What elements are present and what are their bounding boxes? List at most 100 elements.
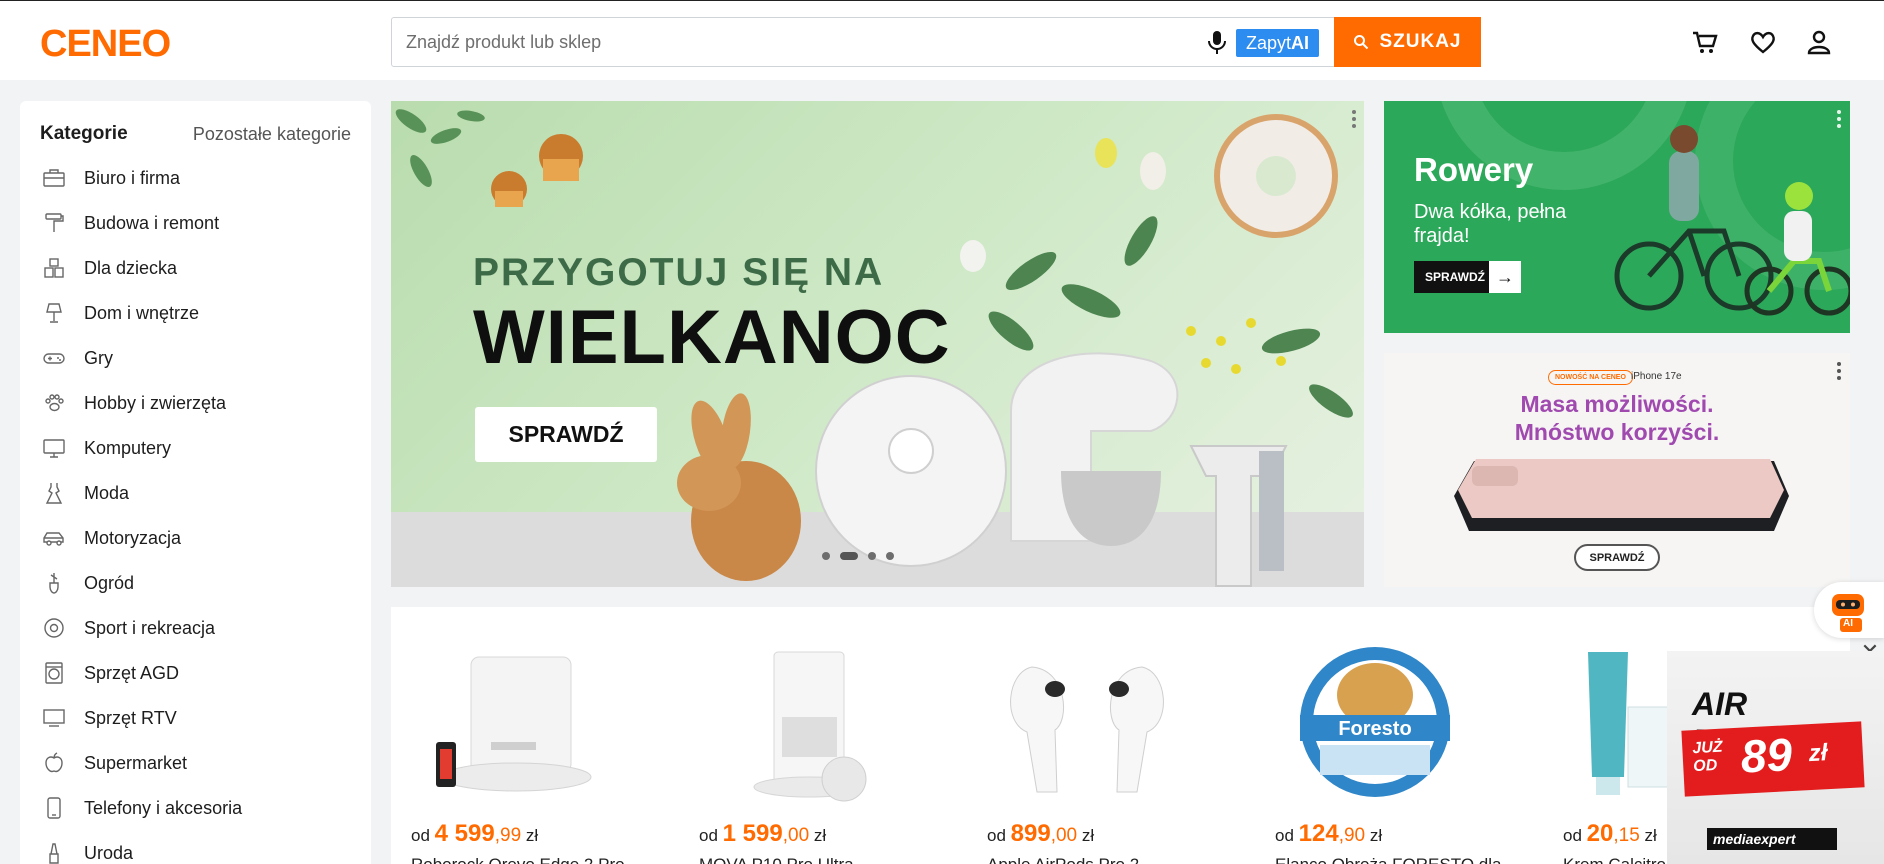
price-currency: zł (525, 826, 539, 845)
robot-vacuum-station-image (436, 656, 592, 792)
search-input[interactable] (406, 28, 1186, 56)
iphone-illustration (1454, 459, 1789, 531)
category-label: Komputery (84, 437, 172, 458)
category-item-moda[interactable]: Moda (42, 478, 129, 508)
category-label: Sport i rekreacja (84, 617, 216, 638)
ad-more-icon[interactable] (1836, 362, 1842, 380)
carousel-dot[interactable] (886, 552, 894, 560)
toy-blocks-icon (44, 258, 64, 278)
category-label: Sprzęt AGD (84, 662, 180, 683)
cart-icon[interactable] (1690, 27, 1720, 57)
monitor-icon (43, 439, 65, 458)
new-on-ceneo-badge: NOWOŚĆ NA CENEO (1548, 370, 1633, 385)
carousel-dot[interactable] (868, 552, 876, 560)
zapyt-label: Zapyt (1246, 33, 1292, 53)
category-item-hobby[interactable]: Hobby i zwierzęta (42, 388, 226, 418)
category-label: Ogród (84, 572, 135, 593)
product-price: od 1 599,00 zł (699, 820, 826, 848)
product-price: od 20,15 zł (1563, 820, 1657, 848)
carousel-dot[interactable] (822, 552, 830, 560)
product-name[interactable]: Elanco Obroża FORESTO dla (1275, 855, 1501, 864)
category-item-supermarket[interactable]: Supermarket (42, 748, 187, 778)
heart-icon[interactable] (1748, 27, 1778, 57)
air-fryer-ad[interactable]: AIR FRYERY JUŻ OD 89 zł mediaexpert (1667, 651, 1884, 864)
user-account-icon[interactable] (1804, 27, 1834, 57)
search-icon (1354, 35, 1369, 50)
product-name[interactable]: Roborock Qrevo Edge 2 Pro (411, 855, 625, 864)
category-label: Dom i wnętrze (84, 302, 200, 323)
other-categories-link[interactable]: Pozostałe kategorie (193, 124, 351, 145)
beauty-icon (49, 843, 59, 864)
banner-check-button[interactable]: SPRAWDŹ (475, 407, 657, 462)
zapyt-ai-label: AI (1291, 33, 1310, 53)
car-icon (43, 532, 64, 546)
category-item-motoryzacja[interactable]: Motoryzacja (42, 523, 181, 553)
category-label: Supermarket (84, 752, 188, 773)
category-label: Dla dziecka (84, 257, 178, 278)
category-label: Motoryzacja (84, 527, 182, 548)
garden-tool-icon (49, 573, 59, 594)
washing-machine-icon (45, 662, 63, 684)
zapyt-ai-button[interactable]: ZapytAI (1236, 29, 1320, 57)
categories-title: Kategorie (40, 123, 128, 144)
iphone-ad-button[interactable]: SPRAWDŹ (1574, 544, 1660, 571)
paint-roller-icon (45, 213, 64, 232)
search-button[interactable]: SZUKAJ (1334, 17, 1481, 67)
category-item-uroda[interactable]: Uroda (42, 838, 133, 864)
category-item-komputery[interactable]: Komputery (42, 433, 171, 463)
price-tag-prefix: JUŻ OD (1691, 738, 1723, 776)
category-item-ogrod[interactable]: Ogród (42, 568, 134, 598)
carousel-dot-active[interactable] (840, 552, 858, 560)
price-main: 124 (1298, 820, 1339, 847)
category-label: Telefony i akcesoria (84, 797, 243, 818)
bikes-ad-title: Rowery (1414, 151, 1534, 188)
airpods-image (1010, 666, 1164, 793)
carousel-dots (822, 552, 894, 560)
iphone-model-label: iPhone 17e (1631, 371, 1682, 382)
paw-icon (45, 394, 64, 412)
lamp-icon (46, 303, 62, 323)
category-item-agd[interactable]: Sprzęt AGD (42, 658, 179, 688)
price-prefix: od (411, 826, 430, 845)
ball-icon (44, 618, 64, 638)
banner-more-icon[interactable] (1351, 110, 1357, 128)
bikes-ad-button[interactable]: SPRAWDŹ → (1414, 261, 1521, 293)
category-item-dom[interactable]: Dom i wnętrze (42, 298, 199, 328)
tv-icon (43, 709, 65, 727)
product-name[interactable]: Apple AirPods Pro 2 (987, 855, 1139, 864)
iphone-ad[interactable]: NOWOŚĆ NA CENEO iPhone 17e Masa możliwoś… (1384, 353, 1850, 587)
category-item-budowa[interactable]: Budowa i remont (42, 208, 219, 238)
price-cents: ,00 (1050, 825, 1078, 846)
iphone-ad-headline-1: Masa możliwości. (1520, 391, 1714, 417)
category-item-sport[interactable]: Sport i rekreacja (42, 613, 215, 643)
product-price: od 899,00 zł (987, 820, 1094, 848)
price-currency: zł (813, 826, 827, 845)
price-currency: zł (1644, 826, 1657, 845)
ai-assistant-button[interactable]: AI (1814, 582, 1884, 638)
price-currency: zł (1369, 826, 1383, 845)
price-main: 20 (1586, 820, 1614, 847)
price-prefix: od (699, 826, 718, 845)
product-carousel: od 4 599,99 zł Roborock Qrevo Edge 2 Pro… (391, 607, 1850, 864)
microphone-icon[interactable] (1204, 29, 1230, 57)
banner-kicker: PRZYGOTUJ SIĘ NA (473, 251, 885, 294)
product-name[interactable]: MOVA P10 Pro Ultra (699, 855, 854, 864)
easter-hero-banner[interactable]: PRZYGOTUJ SIĘ NA WIELKANOC SPRAWDŹ (391, 101, 1364, 587)
category-label: Sprzęt RTV (84, 707, 177, 728)
search-button-label: SZUKAJ (1379, 31, 1462, 52)
bikes-ad[interactable]: Rowery Dwa kółka, pełna frajda! SPRAWDŹ … (1384, 101, 1850, 333)
banner-title: WIELKANOC (473, 295, 951, 380)
category-item-biuro[interactable]: Biuro i firma (42, 163, 180, 193)
categories-sidebar: Kategorie Pozostałe kategorie Biuro i fi… (20, 101, 371, 864)
foresto-collar-image: Foresto (1300, 647, 1450, 797)
product-price: od 4 599,99 zł (411, 820, 538, 848)
category-item-rtv[interactable]: Sprzęt RTV (42, 703, 177, 733)
category-item-dla-dziecka[interactable]: Dla dziecka (42, 253, 177, 283)
ad-more-icon[interactable] (1836, 110, 1842, 128)
category-item-telefony[interactable]: Telefony i akcesoria (42, 793, 242, 823)
ceneo-logo[interactable]: CENEO (40, 23, 171, 66)
product-price: od 124,90 zł (1275, 820, 1382, 848)
category-label: Gry (84, 347, 113, 368)
category-item-gry[interactable]: Gry (42, 343, 113, 373)
category-label: Budowa i remont (84, 212, 220, 233)
